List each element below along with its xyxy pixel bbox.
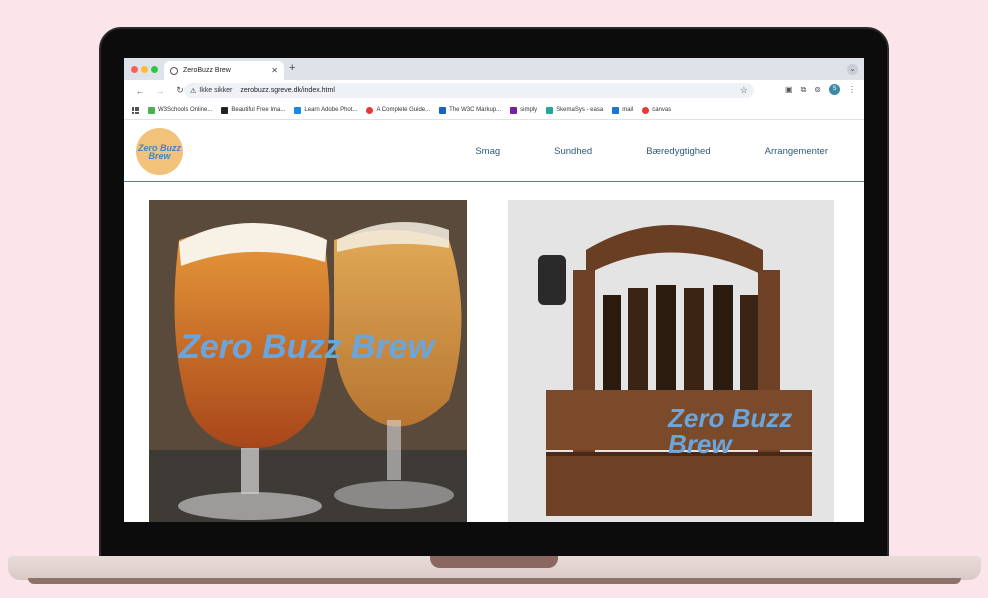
tab-title: ZeroBuzz Brew [183,67,231,74]
bookmark-label: canvas [652,107,672,113]
back-button[interactable]: ← [130,86,150,96]
url-text[interactable]: zerobuzz.sgreve.dk/index.html [240,87,740,94]
bookmarks-bar: W3Schools Online... Beautiful Free Ima..… [124,101,864,120]
new-tab-button[interactable]: + [289,62,295,74]
site-logo[interactable]: Zero Buzz Brew [136,128,183,175]
bookmark-star-icon[interactable]: ☆ [740,85,748,96]
bookmark-label: Learn Adobe Phot... [304,107,358,113]
tab-search-button[interactable]: ⌄ [847,64,858,75]
bookmark-label: A Complete Guide... [376,107,431,113]
bookmark-icon [148,106,155,114]
laptop-notch [430,556,558,568]
bookmark-w3c[interactable]: The W3C Markup... [439,106,502,114]
bookmark-icon [439,106,447,114]
nav-arrangementer[interactable]: Arrangementer [765,146,828,157]
close-tab-icon[interactable]: ✕ [271,66,278,75]
address-bar[interactable]: ⚠ Ikke sikker zerobuzz.sgreve.dk/index.h… [184,83,754,98]
nav-baeredygtighed[interactable]: Bæredygtighed [646,146,710,157]
nav-sundhed[interactable]: Sundhed [554,146,592,157]
bookmark-label: Beautiful Free Ima... [231,107,286,113]
bookmark-simply[interactable]: simply [510,106,538,114]
bookmark-icon [294,106,302,114]
zerobuzz-watermark: Zero Buzz Brew [179,328,435,366]
laptop-base-shadow [28,578,961,584]
profile-avatar[interactable]: S [829,84,840,95]
bookmark-w3schools[interactable]: W3Schools Online... [148,106,213,114]
browser-window: ZeroBuzz Brew ✕ + ⌄ ← → ↻ ⚠ Ikke sikker … [124,58,864,522]
bookmark-icon [642,106,650,114]
logo-text: Zero Buzz Brew [137,142,181,161]
apps-grid-icon[interactable] [132,106,139,114]
bookmark-icon [221,106,229,114]
bookmark-mail[interactable]: mail [612,106,634,114]
bookmark-free-images[interactable]: Beautiful Free Ima... [221,106,286,114]
bookmark-icon [546,106,554,114]
bookmark-icon [510,106,518,114]
bookmark-canvas[interactable]: canvas [642,106,672,114]
bookmark-label: simply [520,107,538,113]
bookmark-icon [612,106,620,114]
bookmark-adobe[interactable]: Learn Adobe Phot... [294,106,358,114]
bookmark-label: SkemaSys - easa [556,107,604,113]
beer-crate-image: Zero Buzz Brew [508,200,834,522]
zerobuzz-watermark: Zero Buzz Brew [668,403,793,459]
beer-crate-illustration [508,200,834,522]
sync-icon[interactable]: ⊚ [814,85,821,94]
beer-glasses-image: Zero Buzz Brew [149,200,467,522]
bookmark-skemasys[interactable]: SkemaSys - easa [546,106,604,114]
extension-icon[interactable]: ▣ [785,85,793,94]
minimize-window-button[interactable] [141,66,148,73]
puzzle-icon[interactable]: ⧉ [801,85,807,95]
hero-content: Zero Buzz Brew Zero Buzz Brew [124,182,864,522]
forward-button[interactable]: → [150,86,170,96]
main-nav: Smag Sundhed Bæredygtighed Arrangementer [421,120,828,182]
maximize-window-button[interactable] [151,66,158,73]
bookmark-label: The W3C Markup... [449,107,502,113]
menu-icon[interactable]: ⋮ [848,85,856,94]
warning-icon: ⚠ [190,87,197,95]
bookmark-icon [366,106,374,114]
bookmark-label: W3Schools Online... [158,107,213,113]
site-header: Zero Buzz Brew Smag Sundhed Bæredygtighe… [124,120,864,182]
toolbar-actions: ▣ ⧉ ⊚ S ⋮ [785,84,856,95]
tab-bar: ZeroBuzz Brew ✕ + ⌄ [124,58,864,80]
browser-tab[interactable]: ZeroBuzz Brew ✕ [164,61,284,80]
browser-toolbar: ← → ↻ ⚠ Ikke sikker zerobuzz.sgreve.dk/i… [124,80,864,101]
bookmark-guide[interactable]: A Complete Guide... [366,106,431,114]
globe-icon [170,66,178,75]
close-window-button[interactable] [131,66,138,73]
nav-smag[interactable]: Smag [475,146,500,157]
security-label[interactable]: Ikke sikker [199,87,232,94]
bookmark-label: mail [622,107,634,113]
